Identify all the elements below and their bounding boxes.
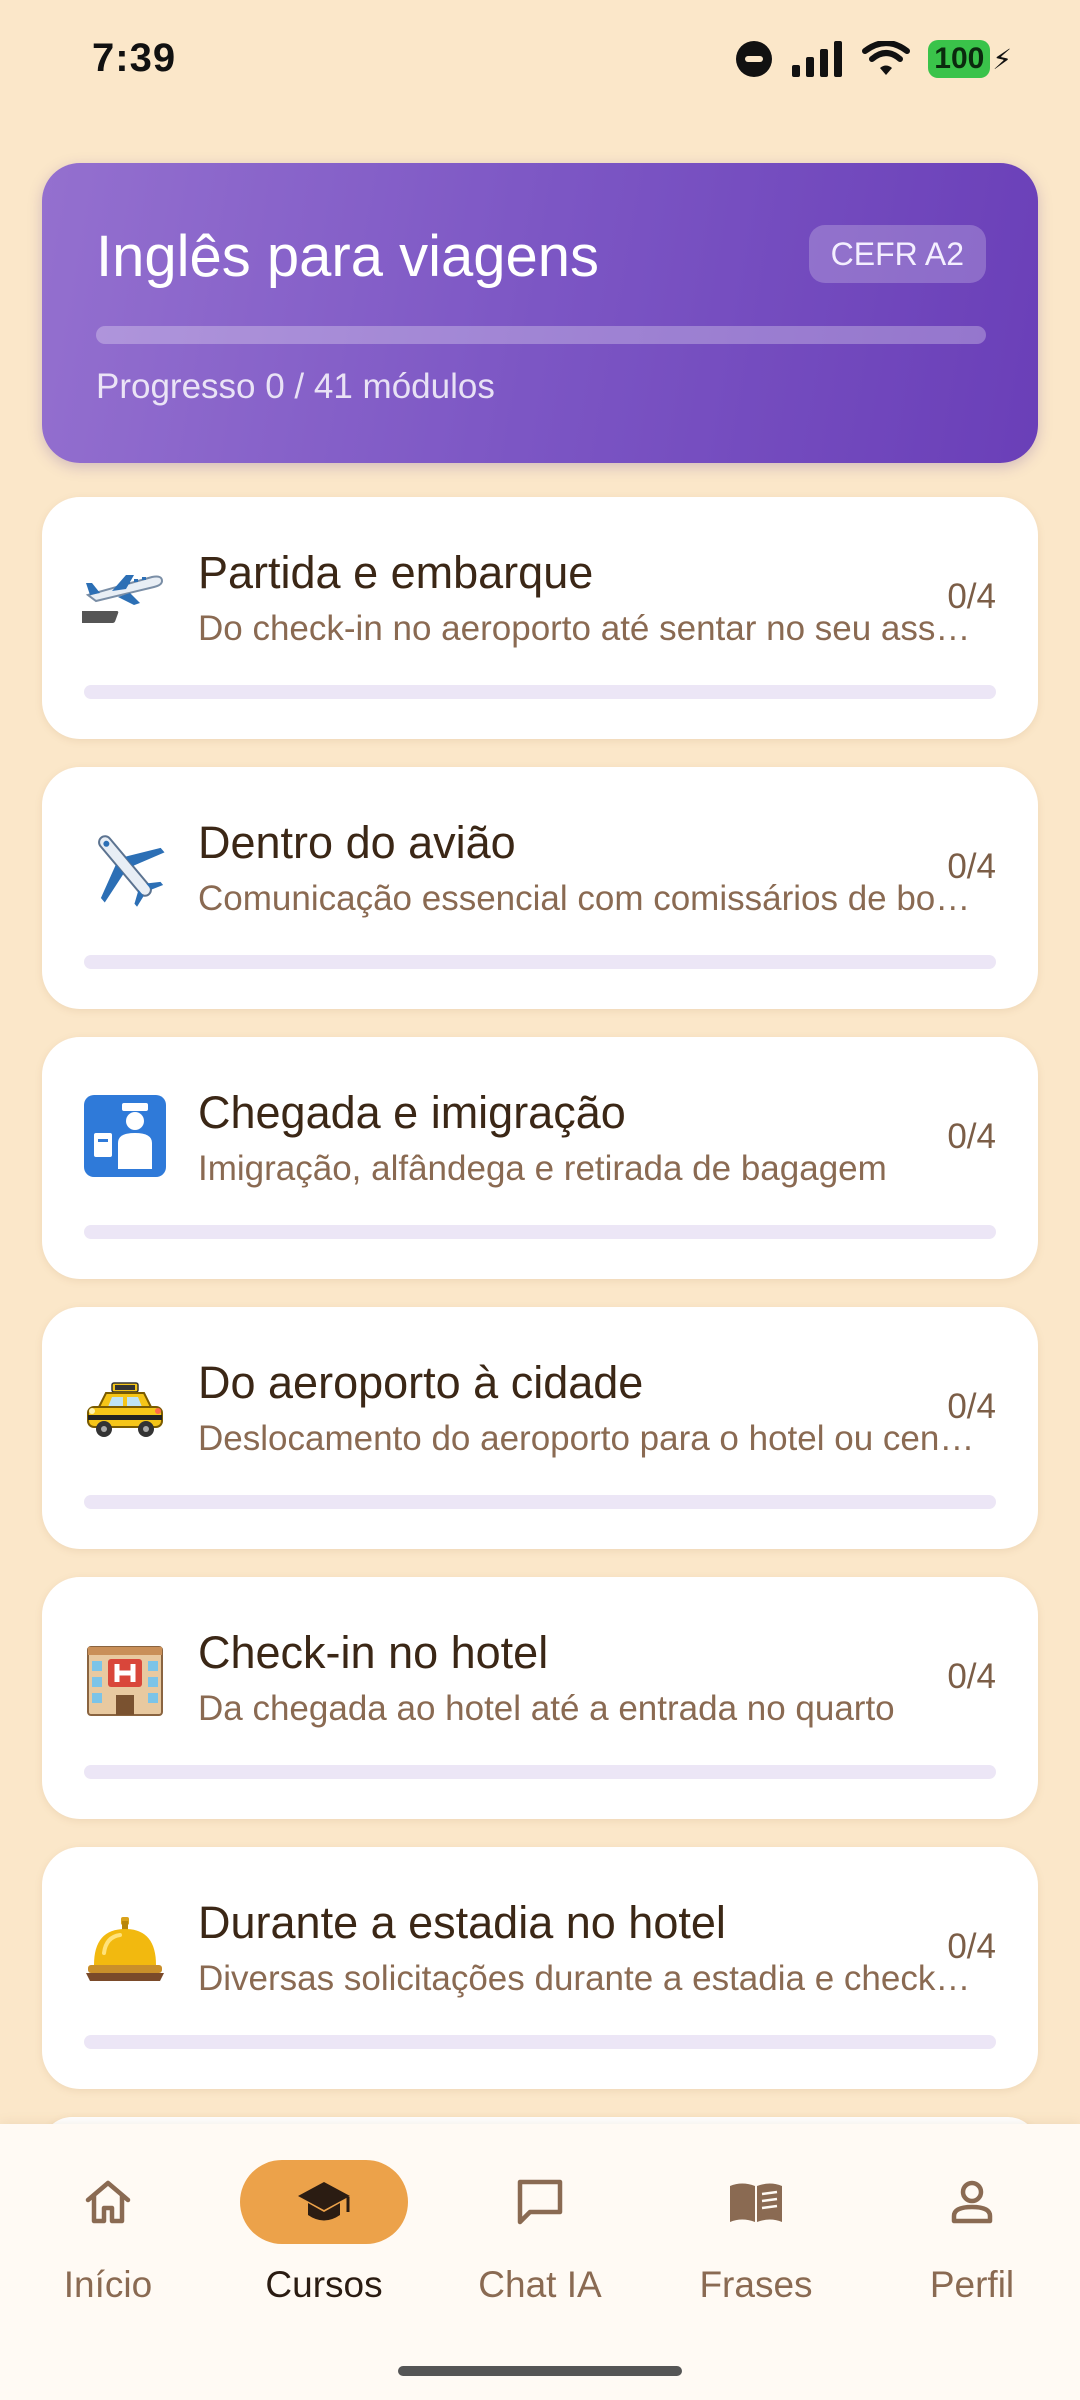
module-subtitle: Comunicação essencial com comissários de…	[198, 879, 978, 918]
module-lesson-count: 0/4	[947, 1117, 996, 1156]
module-progress-bar	[84, 1225, 996, 1239]
module-subtitle: Do check-in no aeroporto até sentar no s…	[198, 609, 978, 648]
home-icon	[85, 2180, 131, 2224]
module-title: Partida e embarque	[198, 547, 594, 598]
nav-label: Início	[63, 2264, 153, 2305]
module-lesson-count: 0/4	[947, 1387, 996, 1426]
nav-icon-container	[672, 2160, 840, 2244]
module-subtitle: Diversas solicitações durante a estadia …	[198, 1959, 978, 1998]
module-card[interactable]: Chegada e imigração Imigração, alfândega…	[42, 1037, 1038, 1279]
nav-label: Frases	[699, 2264, 813, 2305]
status-bar: 7:39 100 ⚡	[0, 0, 1080, 120]
nav-label: Chat IA	[478, 2264, 602, 2305]
module-title: Durante a estadia no hotel	[198, 1897, 726, 1948]
passport-control-icon	[84, 1095, 166, 1177]
module-lesson-count: 0/4	[947, 1657, 996, 1696]
nav-icon-container	[240, 2160, 408, 2244]
nav-icon-container	[888, 2160, 1056, 2244]
bellhop-bell-icon	[86, 1917, 164, 1981]
course-progress-bar	[96, 326, 986, 344]
module-title: Do aeroporto à cidade	[198, 1357, 644, 1408]
bottom-navigation: Início Cursos Chat IA Frases Perfil	[0, 2124, 1080, 2400]
nav-label: Perfil	[929, 2264, 1015, 2305]
hotel-icon	[87, 1646, 163, 1716]
module-subtitle: Imigração, alfândega e retirada de bagag…	[198, 1149, 887, 1188]
chat-bubble-icon	[517, 2179, 563, 2225]
module-card[interactable]: Partida e embarque Do check-in no aeropo…	[42, 497, 1038, 739]
module-subtitle: Da chegada ao hotel até a entrada no qua…	[198, 1689, 895, 1728]
nav-icon-container	[456, 2160, 624, 2244]
course-header-card[interactable]: Inglês para viagens CEFR A2 Progresso 0 …	[42, 163, 1038, 463]
module-card[interactable]: Dentro do avião Comunicação essencial co…	[42, 767, 1038, 1009]
module-card[interactable]: Durante a estadia no hotel Diversas soli…	[42, 1847, 1038, 2089]
book-icon	[730, 2183, 782, 2222]
module-lesson-count: 0/4	[947, 847, 996, 886]
module-subtitle: Deslocamento do aeroporto para o hotel o…	[198, 1419, 978, 1458]
module-lesson-count: 0/4	[947, 1927, 996, 1966]
nav-icon-container	[24, 2160, 192, 2244]
module-progress-bar	[84, 1495, 996, 1509]
cellular-signal-icon	[792, 41, 843, 77]
nav-item-perfil[interactable]: Perfil	[864, 2160, 1080, 2306]
home-indicator[interactable]	[398, 2366, 682, 2376]
nav-item-inicio[interactable]: Início	[0, 2160, 216, 2306]
module-progress-bar	[84, 1765, 996, 1779]
cefr-level-badge: CEFR A2	[808, 225, 986, 283]
person-icon	[951, 2180, 993, 2224]
nav-item-cursos[interactable]: Cursos	[216, 2160, 432, 2306]
module-progress-bar	[84, 2035, 996, 2049]
status-icons: 100 ⚡	[736, 40, 1012, 78]
do-not-disturb-icon	[736, 41, 773, 77]
module-card[interactable]: Do aeroporto à cidade Deslocamento do ae…	[42, 1307, 1038, 1549]
module-title: Chegada e imigração	[198, 1087, 626, 1138]
battery-level: 100	[928, 40, 991, 78]
module-progress-bar	[84, 955, 996, 969]
module-lesson-count: 0/4	[947, 577, 996, 616]
nav-item-frases[interactable]: Frases	[648, 2160, 864, 2306]
graduation-cap-icon	[298, 2182, 350, 2221]
airplane-icon	[98, 835, 165, 907]
module-progress-bar	[84, 685, 996, 699]
course-progress-text: Progresso 0 / 41 módulos	[96, 367, 495, 406]
wifi-icon	[862, 41, 911, 75]
nav-label: Cursos	[265, 2264, 383, 2305]
module-title: Dentro do avião	[198, 817, 516, 868]
nav-item-chat-ia[interactable]: Chat IA	[432, 2160, 648, 2306]
battery-indicator: 100 ⚡	[928, 40, 1012, 78]
charging-bolt-icon: ⚡	[992, 43, 1012, 75]
course-title: Inglês para viagens	[96, 224, 599, 289]
taxi-icon	[87, 1382, 163, 1437]
airplane-departure-icon	[82, 575, 164, 623]
module-card[interactable]: Check-in no hotel Da chegada ao hotel at…	[42, 1577, 1038, 1819]
status-time: 7:39	[92, 36, 177, 80]
module-title: Check-in no hotel	[198, 1627, 549, 1678]
